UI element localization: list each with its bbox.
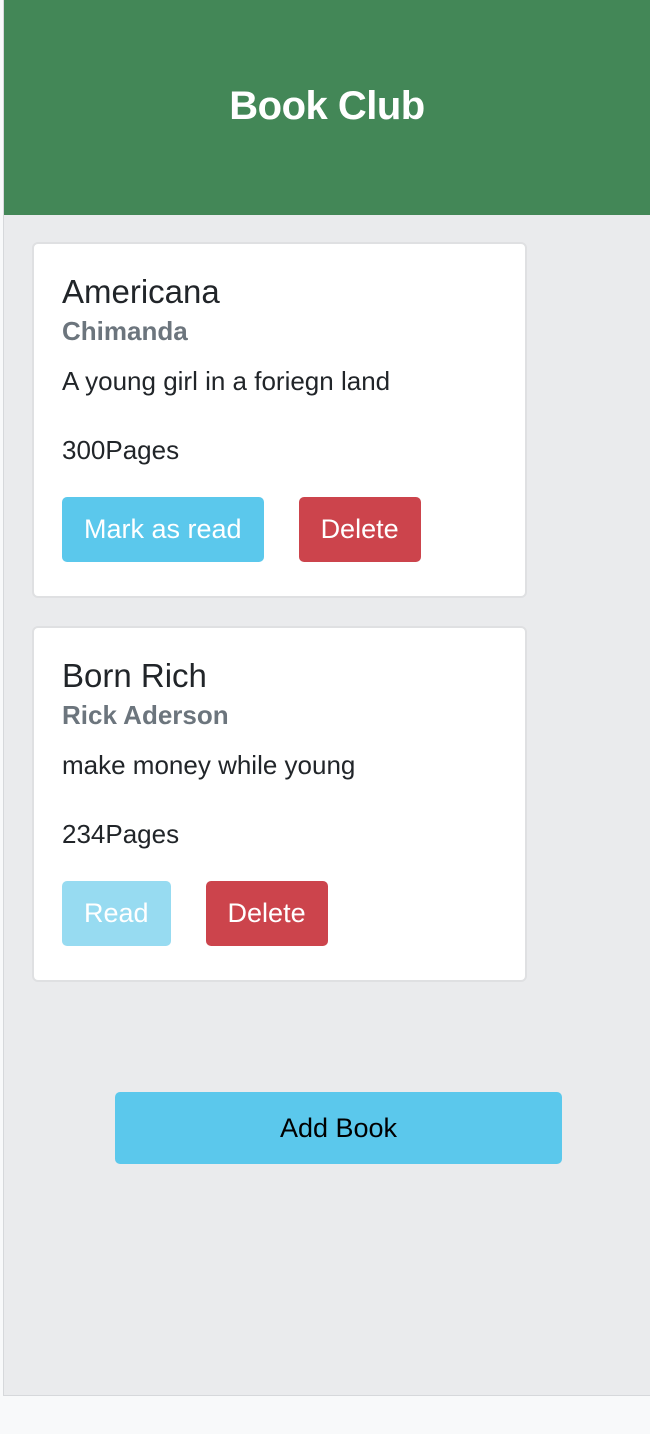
- book-author: Rick Aderson: [62, 700, 229, 730]
- book-actions: Mark as read Delete: [62, 497, 497, 562]
- book-description: A young girl in a foriegn land: [62, 366, 391, 396]
- app-header: Book Club: [4, 0, 650, 215]
- page-title: Book Club: [229, 84, 425, 128]
- book-card: Born Rich Rick Aderson make money while …: [32, 626, 527, 982]
- book-card: Americana Chimanda A young girl in a for…: [32, 242, 527, 598]
- delete-button[interactable]: Delete: [205, 881, 328, 946]
- delete-button[interactable]: Delete: [298, 497, 421, 562]
- book-title: Born Rich: [62, 657, 207, 694]
- app-window: Book Club Americana Chimanda A young gir…: [3, 0, 650, 1396]
- mark-as-read-button[interactable]: Mark as read: [62, 497, 264, 562]
- book-author: Chimanda: [62, 316, 188, 346]
- book-description: make money while young: [62, 750, 356, 780]
- book-pages: 234Pages: [62, 819, 180, 849]
- add-book-button[interactable]: Add Book: [115, 1092, 562, 1164]
- book-list: Americana Chimanda A young girl in a for…: [32, 242, 527, 1010]
- read-button[interactable]: Read: [62, 881, 171, 946]
- book-pages: 300Pages: [62, 435, 180, 465]
- book-actions: Read Delete: [62, 881, 497, 946]
- book-title: Americana: [62, 273, 220, 310]
